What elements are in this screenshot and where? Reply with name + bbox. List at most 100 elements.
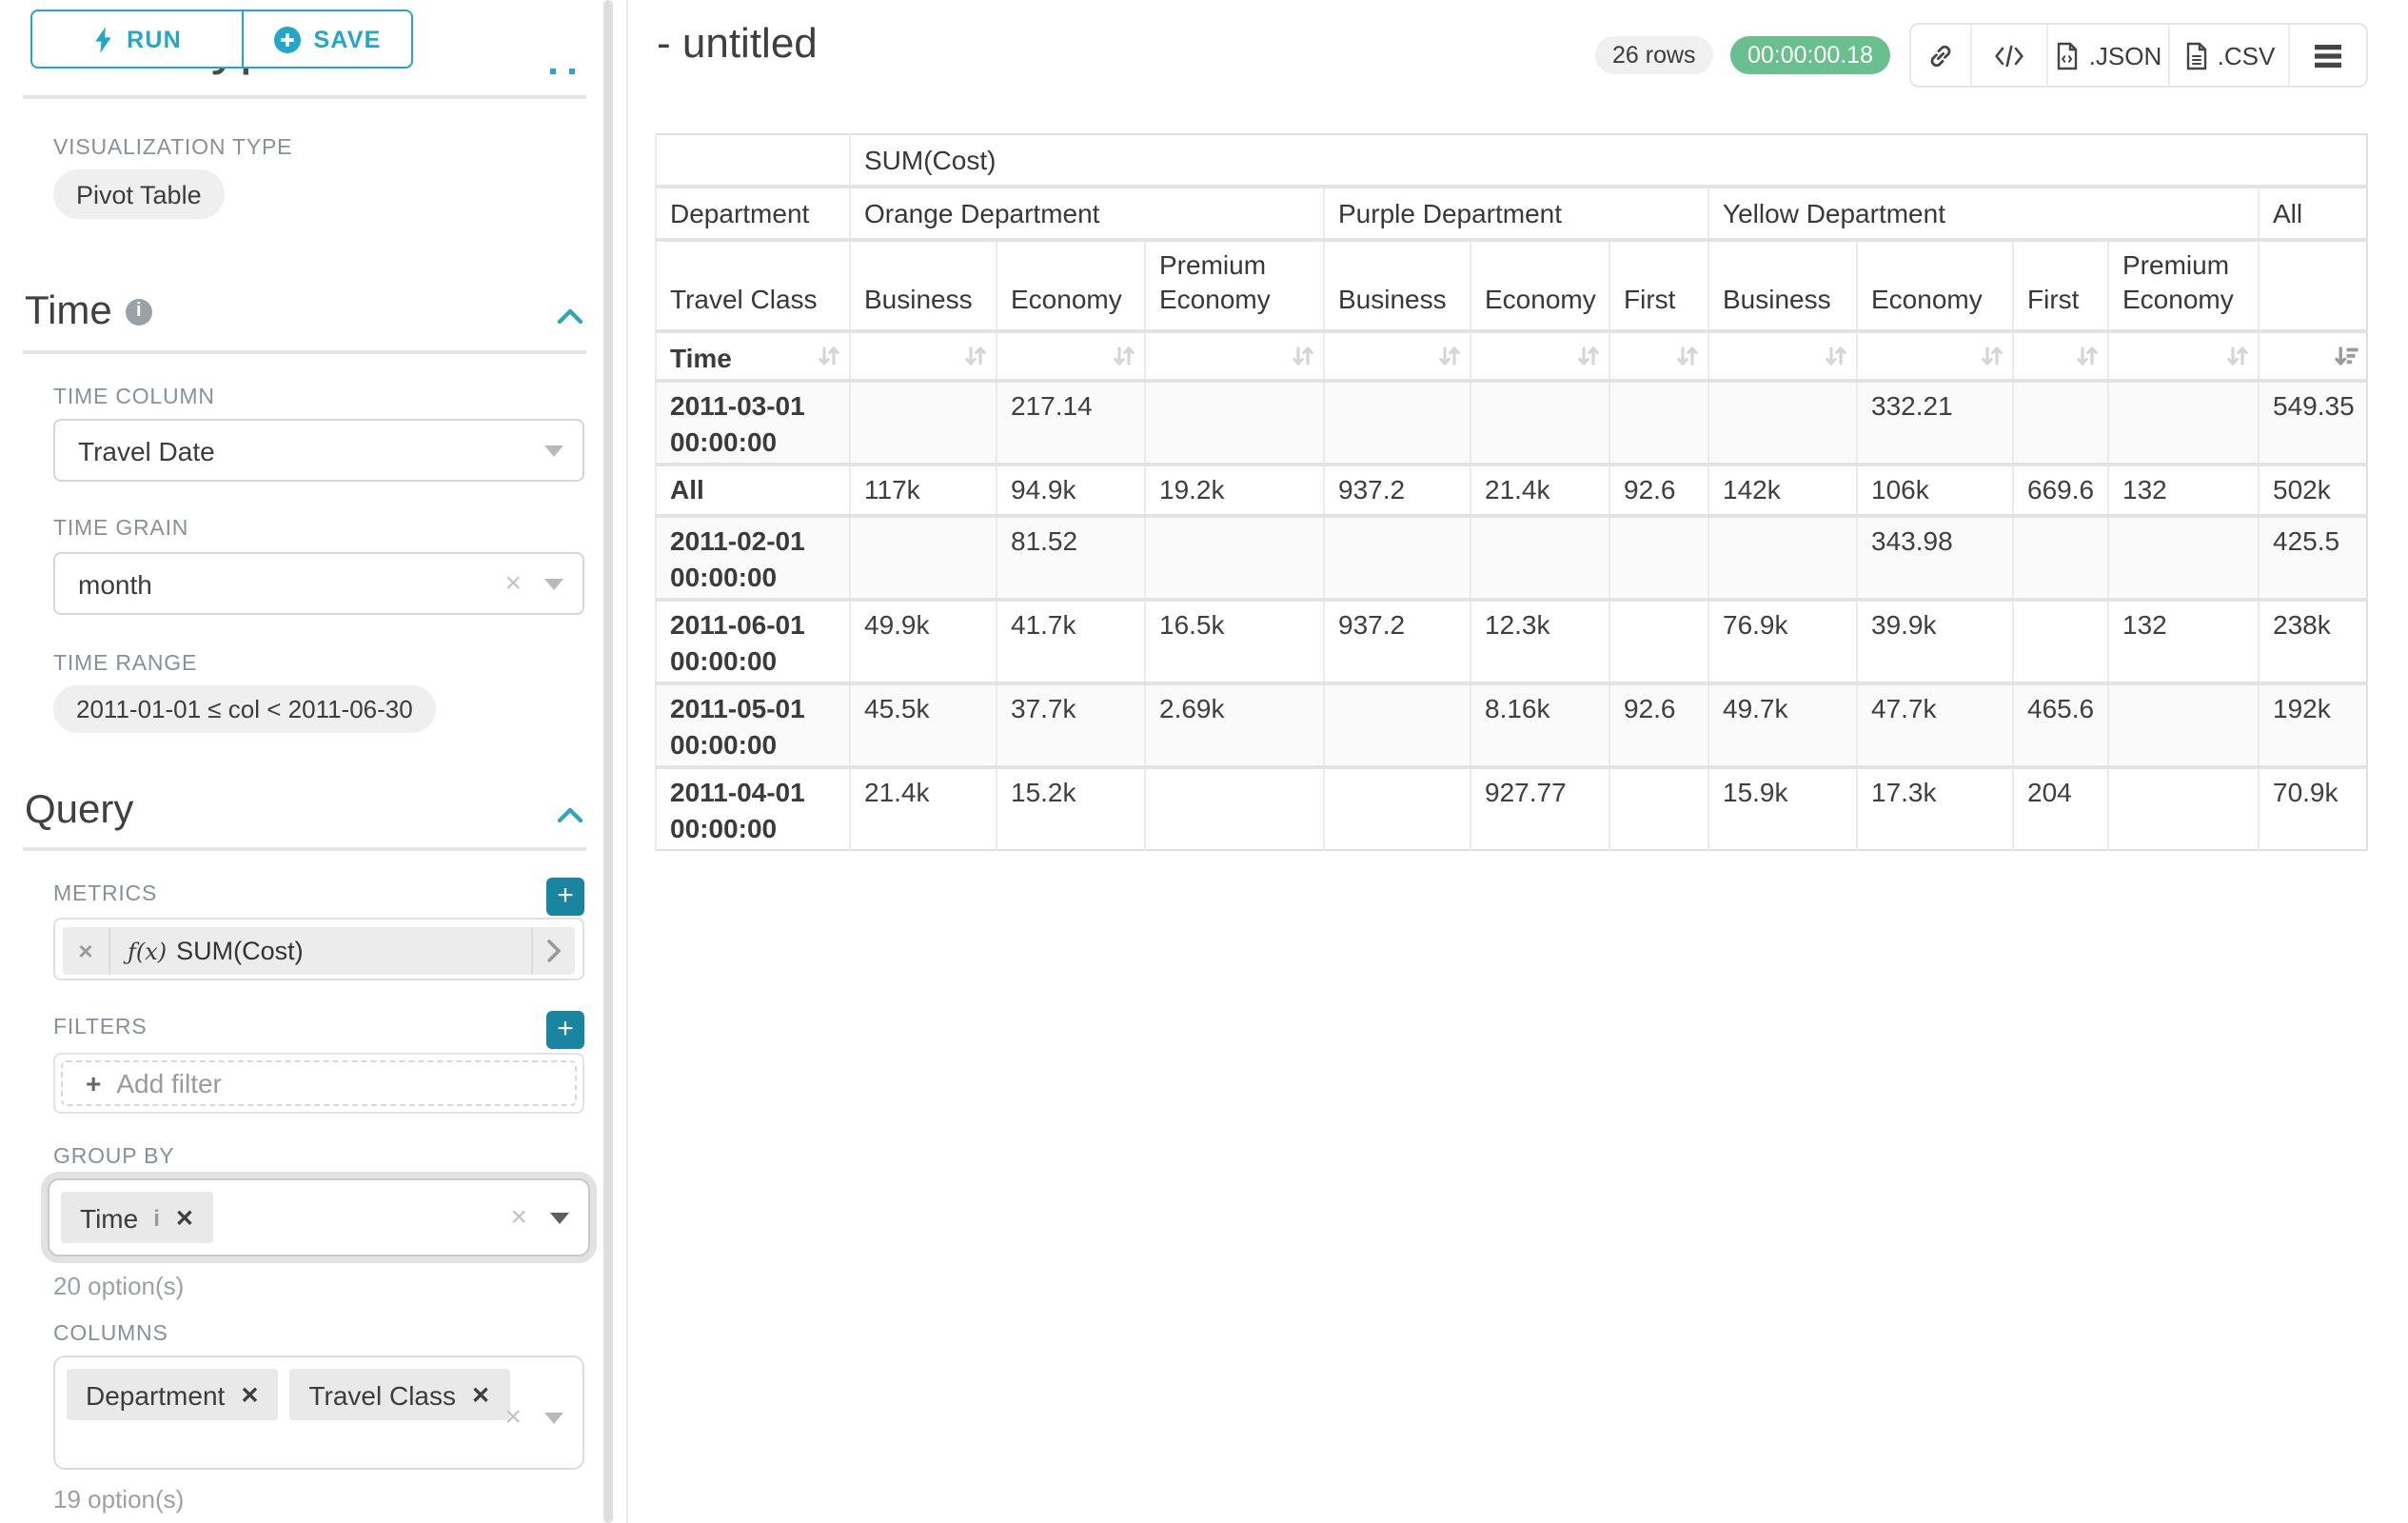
pivot-col-header: Economy xyxy=(997,239,1145,332)
visualization-type-label: VISUALIZATION TYPE xyxy=(53,137,292,160)
time-range-label: TIME RANGE xyxy=(53,653,197,676)
pivot-col-header xyxy=(2259,239,2367,332)
clear-icon[interactable]: × xyxy=(504,1403,522,1432)
pivot-value-cell: 669.6 xyxy=(2013,465,2108,517)
info-icon[interactable] xyxy=(153,1204,160,1231)
pivot-row-label: 2011-05-01 00:00:00 xyxy=(656,684,850,768)
copy-link-button[interactable] xyxy=(1911,25,1970,86)
plus-circle-icon xyxy=(273,26,300,52)
sort-icon[interactable] xyxy=(1824,345,1848,369)
control-panel: Chart Type RUN SAVE VISUALIZATION TYPE P… xyxy=(0,0,628,1523)
filters-container: + Add filter xyxy=(53,1053,584,1114)
view-query-button[interactable] xyxy=(1970,25,2046,86)
pivot-value-cell xyxy=(1708,382,1857,465)
add-filter-plus-button[interactable]: + xyxy=(546,1011,584,1049)
pivot-value-cell xyxy=(1324,382,1470,465)
lightning-bolt-icon xyxy=(92,26,113,52)
time-column-value: Travel Date xyxy=(78,435,215,465)
pivot-time-axis-label: Time xyxy=(656,332,850,382)
run-button[interactable]: RUN xyxy=(30,10,244,69)
chevron-down-icon xyxy=(544,445,563,456)
metric-pill[interactable]: × ƒ(x) SUM(Cost) xyxy=(63,926,575,974)
group-by-tag[interactable]: Time ✕ xyxy=(61,1192,213,1243)
clear-icon[interactable]: × xyxy=(510,1203,527,1232)
remove-tag-icon[interactable]: ✕ xyxy=(471,1381,490,1408)
chevron-right-icon[interactable] xyxy=(531,926,575,974)
sort-icon[interactable] xyxy=(1576,345,1601,369)
pivot-sorter-cell xyxy=(1470,332,1609,382)
pivot-value-cell: 16.5k xyxy=(1145,601,1324,684)
sort-descending-icon[interactable] xyxy=(2334,345,2359,369)
info-icon[interactable] xyxy=(126,299,152,326)
pivot-value-cell: 343.98 xyxy=(1857,517,2013,601)
pivot-value-cell: 927.77 xyxy=(1470,768,1609,851)
time-column-select[interactable]: Travel Date xyxy=(53,419,584,482)
clear-icon[interactable]: × xyxy=(504,569,522,598)
sort-icon[interactable] xyxy=(963,345,988,369)
menu-button[interactable] xyxy=(2288,25,2366,86)
sort-icon[interactable] xyxy=(1980,345,2004,369)
pivot-value-cell: 142k xyxy=(1708,465,1857,517)
hamburger-icon xyxy=(2313,43,2343,68)
add-filter-button[interactable]: + Add filter xyxy=(61,1060,577,1106)
pivot-value-cell: 81.52 xyxy=(997,517,1145,601)
group-by-options-hint: 20 option(s) xyxy=(53,1272,184,1300)
columns-select[interactable]: Department ✕ Travel Class ✕ × xyxy=(53,1355,584,1470)
chevron-up-icon[interactable] xyxy=(556,301,584,335)
time-grain-select[interactable]: month × xyxy=(53,552,584,615)
plus-icon: + xyxy=(86,1068,101,1098)
tag-label: Travel Class xyxy=(308,1379,456,1410)
pivot-sorter-cell xyxy=(2108,332,2259,382)
pivot-value-cell: 45.5k xyxy=(850,684,997,768)
pivot-col-header: First xyxy=(2013,239,2108,332)
pivot-value-cell: 76.9k xyxy=(1708,601,1857,684)
pivot-value-cell: 132 xyxy=(2108,465,2259,517)
time-range-pill[interactable]: 2011-01-01 ≤ col < 2011-06-30 xyxy=(53,685,436,733)
group-by-select[interactable]: Time ✕ × xyxy=(48,1178,590,1256)
file-code-icon xyxy=(2055,41,2082,69)
pivot-value-cell: 465.6 xyxy=(2013,684,2108,768)
columns-label: COLUMNS xyxy=(53,1323,168,1346)
columns-tag[interactable]: Travel Class ✕ xyxy=(289,1369,509,1420)
pivot-value-cell: 21.4k xyxy=(1470,465,1609,517)
chart-title[interactable]: - untitled xyxy=(657,19,818,69)
sort-icon[interactable] xyxy=(1291,345,1315,369)
panel-divider xyxy=(626,0,628,1523)
sort-icon[interactable] xyxy=(1437,345,1462,369)
save-button[interactable]: SAVE xyxy=(244,10,413,69)
export-toolbar: .JSON .CSV xyxy=(1909,23,2368,88)
pivot-sorter-cell xyxy=(1857,332,2013,382)
sort-icon[interactable] xyxy=(817,345,841,369)
sort-icon[interactable] xyxy=(1112,345,1136,369)
pivot-row-label: 2011-04-01 00:00:00 xyxy=(656,768,850,851)
sidebar-scrollbar[interactable] xyxy=(603,0,613,1523)
remove-metric-icon[interactable]: × xyxy=(63,926,110,974)
time-section-heading[interactable]: Time xyxy=(25,289,152,335)
viz-type-pill[interactable]: Pivot Table xyxy=(53,169,225,219)
chevron-up-icon[interactable] xyxy=(556,800,584,834)
sort-icon[interactable] xyxy=(2225,345,2250,369)
remove-tag-icon[interactable]: ✕ xyxy=(240,1381,259,1408)
time-grain-value: month xyxy=(78,568,152,599)
pivot-value-cell xyxy=(2108,382,2259,465)
pivot-group-header: Yellow Department xyxy=(1708,186,2259,239)
remove-tag-icon[interactable]: ✕ xyxy=(175,1204,194,1231)
chevron-down-icon xyxy=(544,578,563,589)
query-section-heading[interactable]: Query xyxy=(25,788,133,834)
code-icon xyxy=(1993,43,2025,68)
pivot-col-header: Economy xyxy=(1470,239,1609,332)
columns-tag[interactable]: Department ✕ xyxy=(67,1369,278,1420)
pivot-sorter-cell xyxy=(850,332,997,382)
function-icon: ƒ(x) xyxy=(128,938,167,964)
export-csv-button[interactable]: .CSV xyxy=(2168,25,2288,86)
add-metric-button[interactable]: + xyxy=(546,878,584,916)
pivot-value-cell xyxy=(1609,382,1708,465)
sort-icon[interactable] xyxy=(1675,345,1700,369)
pivot-value-cell: 12.3k xyxy=(1470,601,1609,684)
chart-type-collapse-caret-tip[interactable] xyxy=(549,69,555,73)
export-json-button[interactable]: .JSON xyxy=(2046,25,2168,86)
sort-icon[interactable] xyxy=(2075,345,2100,369)
pivot-col-header: Business xyxy=(1324,239,1470,332)
chart-type-collapse-caret-tip[interactable] xyxy=(568,69,574,73)
pivot-sorter-cell xyxy=(2259,332,2367,382)
